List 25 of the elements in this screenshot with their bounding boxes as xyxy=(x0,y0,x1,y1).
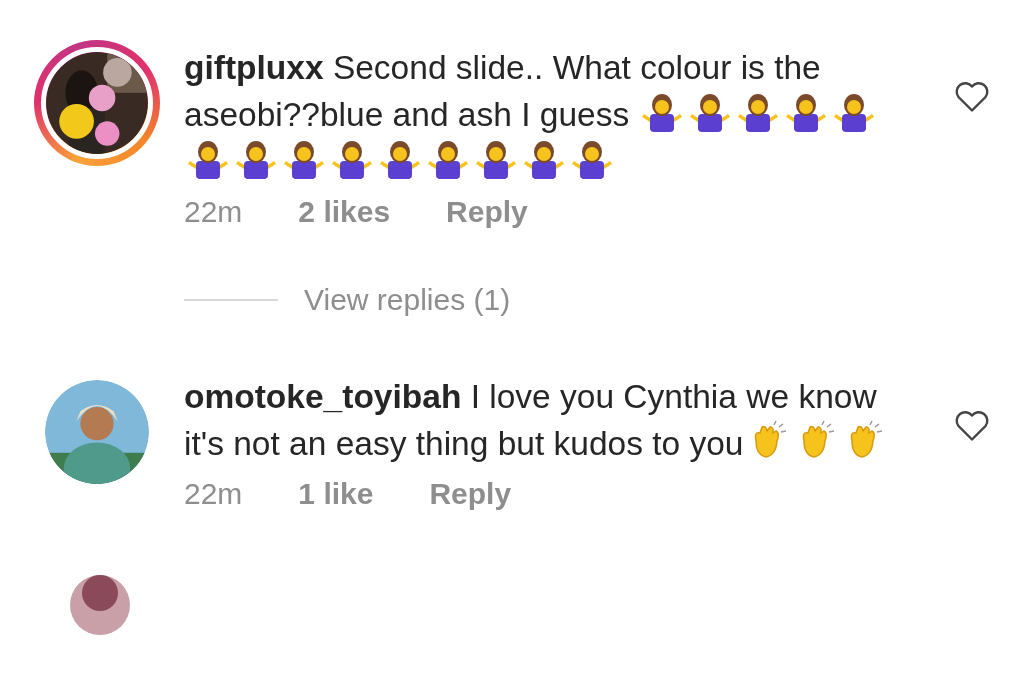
heart-icon[interactable] xyxy=(954,80,990,114)
shrugging-person-icon xyxy=(188,139,228,179)
heart-icon[interactable] xyxy=(954,409,990,443)
shrugging-person-icon xyxy=(476,139,516,179)
time-label: 22m xyxy=(184,477,243,511)
shrugging-person-icon xyxy=(572,139,612,179)
reply-button[interactable]: Reply xyxy=(429,477,512,511)
comment-text: giftpluxx Second slide.. What colour is the aseobi??blue and ash I guess xyxy=(184,44,894,185)
likes-link[interactable]: 1 like xyxy=(298,477,374,511)
shrugging-person-icon xyxy=(284,139,324,179)
shrugging-person-icon xyxy=(236,139,276,179)
shrugging-person-icon xyxy=(380,139,420,179)
shrugging-person-icon xyxy=(834,92,875,132)
shrugging-person-icon xyxy=(690,92,731,132)
reply-button[interactable]: Reply xyxy=(446,195,528,229)
shrugging-person-icon xyxy=(642,92,683,132)
comment-text: omotoke_toyibah I love you Cynthia we know it's not an easy thing but kudos to you xyxy=(184,373,894,467)
shrugging-person-icon xyxy=(524,139,564,179)
shrugging-person-icon xyxy=(786,92,827,132)
time-label: 22m xyxy=(184,195,243,229)
view-replies-button[interactable]: View replies (1) xyxy=(304,283,511,317)
shrugging-person-icon xyxy=(332,139,372,179)
shrugging-person-icon xyxy=(738,92,779,132)
likes-link[interactable]: 2 likes xyxy=(298,195,391,229)
shrugging-person-icon xyxy=(428,139,468,179)
